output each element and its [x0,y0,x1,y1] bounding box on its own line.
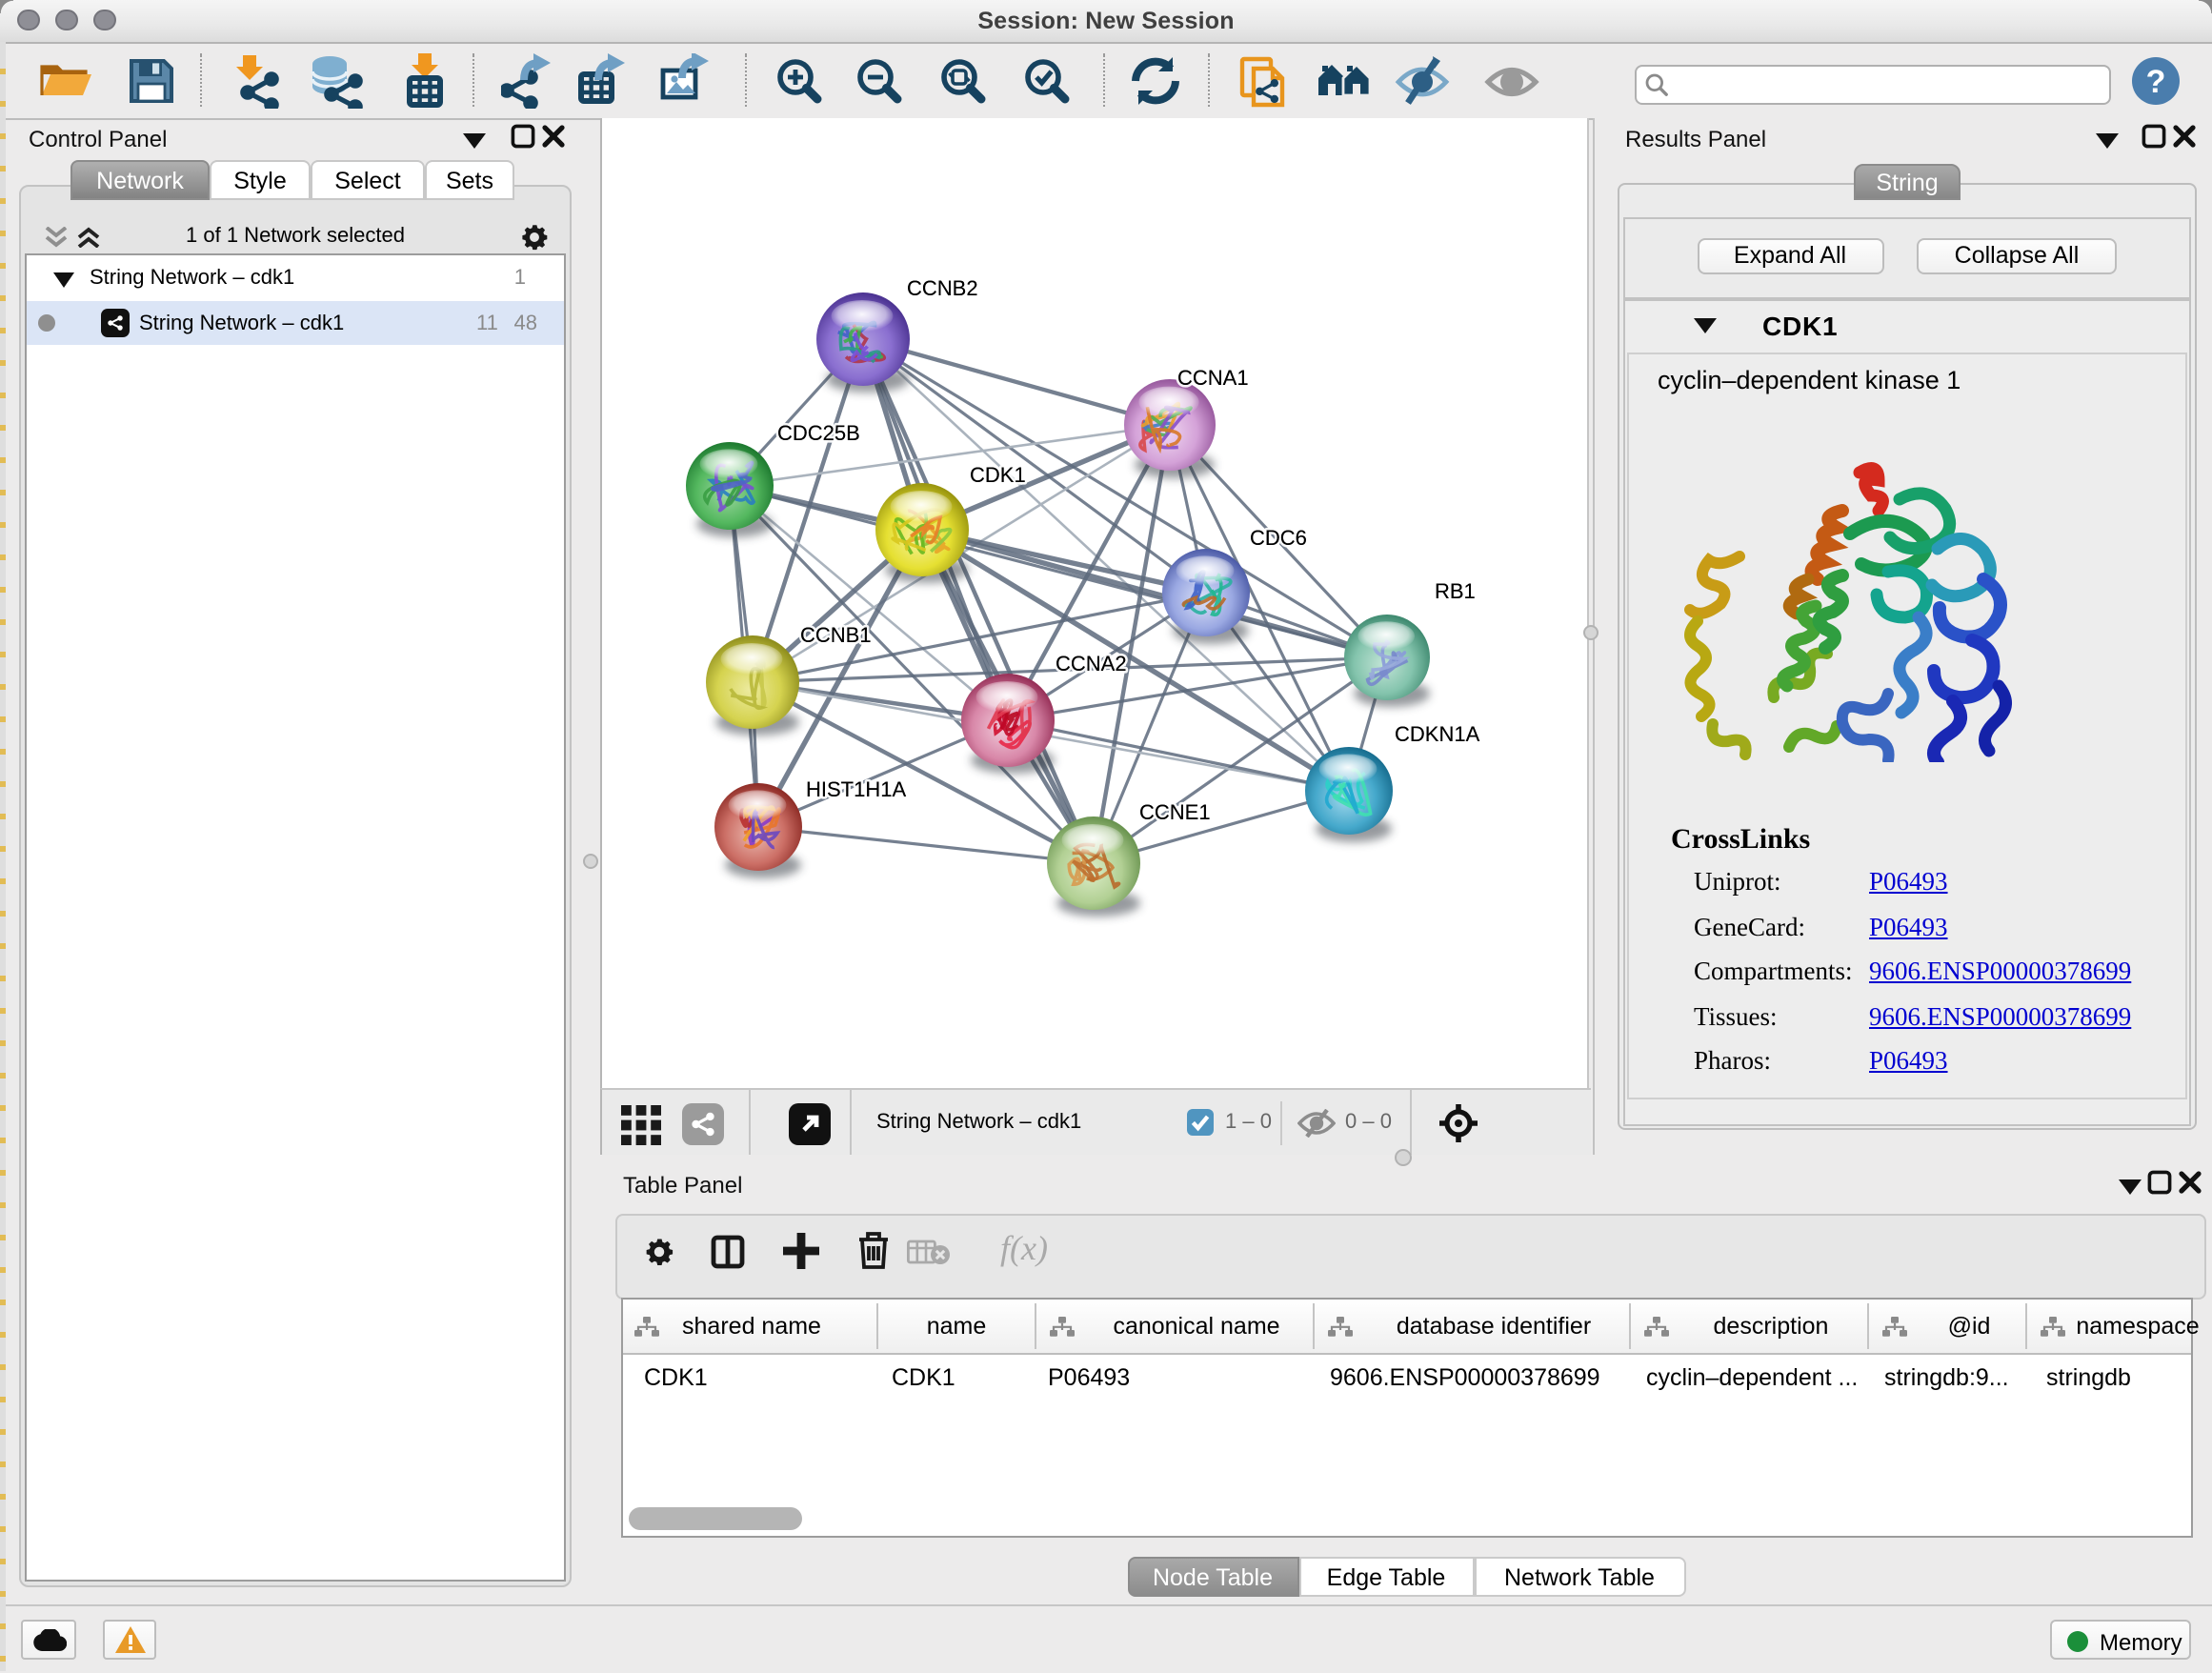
svg-text:CCNE1: CCNE1 [1139,800,1211,824]
svg-text:HIST1H1A: HIST1H1A [806,777,906,801]
svg-text:CDC6: CDC6 [1250,526,1307,550]
svg-text:CCNB1: CCNB1 [800,623,872,647]
svg-text:?: ? [2146,64,2166,100]
svg-text:RB1: RB1 [1435,579,1476,603]
svg-text:CCNA2: CCNA2 [1056,652,1127,675]
svg-text:CCNB2: CCNB2 [907,276,978,300]
svg-text:CCNA1: CCNA1 [1177,366,1249,390]
svg-text:CDKN1A: CDKN1A [1395,722,1480,746]
svg-text:CDK1: CDK1 [970,463,1026,487]
svg-text:CDC25B: CDC25B [777,421,860,445]
